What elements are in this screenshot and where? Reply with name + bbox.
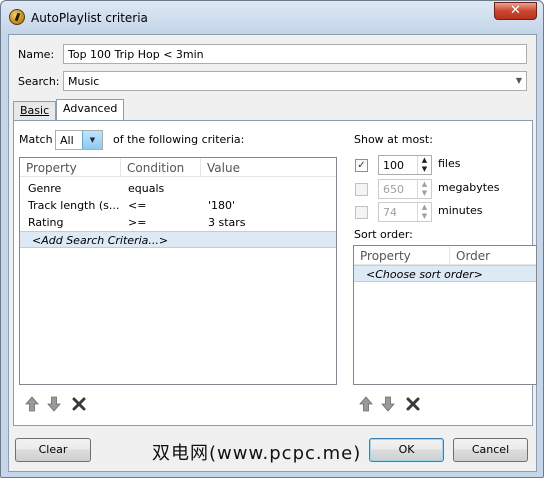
files-spinner[interactable]: 100 ▲ ▼ xyxy=(378,155,432,175)
criteria-property: Track length (s... xyxy=(28,199,120,212)
close-button[interactable]: ✕ xyxy=(494,2,537,20)
sort-remove-icon[interactable] xyxy=(405,396,421,412)
ok-button[interactable]: OK xyxy=(369,438,444,462)
autoplaylist-window: AutoPlaylist criteria ✕ Name: Top 100 Tr… xyxy=(0,0,544,478)
sort-order-list-header: Property Order xyxy=(354,246,536,265)
minutes-unit-label: minutes xyxy=(438,204,483,217)
window-title: AutoPlaylist criteria xyxy=(31,11,148,25)
add-search-criteria-label: <Add Search Criteria...> xyxy=(32,234,169,247)
criteria-property: Genre xyxy=(28,182,62,195)
sort-move-down-icon[interactable] xyxy=(380,396,396,412)
app-icon xyxy=(9,9,25,25)
chevron-down-icon[interactable]: ▼ xyxy=(417,165,431,174)
choose-sort-order-row[interactable]: <Choose sort order> xyxy=(354,265,536,282)
search-select-value: Music xyxy=(68,75,100,88)
name-label: Name: xyxy=(18,48,55,61)
search-label: Search: xyxy=(18,75,60,88)
move-down-icon[interactable] xyxy=(46,396,62,412)
tab-advanced-label: Advanced xyxy=(63,102,118,115)
megabytes-value: 650 xyxy=(383,183,404,196)
dialog-body: Name: Top 100 Trip Hop < 3min Search: Mu… xyxy=(8,34,537,472)
column-header-order[interactable]: Order xyxy=(450,246,536,265)
column-header-property[interactable]: Property xyxy=(354,246,450,265)
move-up-icon[interactable] xyxy=(24,396,40,412)
remove-icon[interactable] xyxy=(71,396,87,412)
chevron-up-icon[interactable]: ▲ xyxy=(417,180,431,189)
chevron-down-icon: ▼ xyxy=(82,131,102,149)
chevron-down-icon[interactable]: ▼ xyxy=(417,212,431,221)
tab-advanced[interactable]: Advanced xyxy=(56,99,125,120)
chevron-up-icon[interactable]: ▲ xyxy=(417,203,431,212)
criteria-list[interactable]: Property Condition Value Genre equals Tr… xyxy=(19,157,337,385)
chevron-down-icon: ▼ xyxy=(515,76,522,85)
show-at-most-label: Show at most: xyxy=(354,133,433,146)
match-select[interactable]: All ▼ xyxy=(55,130,103,150)
minutes-value: 74 xyxy=(383,206,397,219)
criteria-row[interactable]: Track length (s... <= '180' xyxy=(20,197,336,214)
match-select-value: All xyxy=(60,134,74,147)
sort-move-up-icon[interactable] xyxy=(358,396,374,412)
column-header-value[interactable]: Value xyxy=(201,158,336,177)
sort-order-label: Sort order: xyxy=(354,228,413,241)
minutes-checkbox[interactable] xyxy=(355,206,368,219)
criteria-property: Rating xyxy=(28,216,64,229)
megabytes-spinner[interactable]: 650 ▲ ▼ xyxy=(378,179,432,199)
name-input[interactable]: Top 100 Trip Hop < 3min xyxy=(63,44,527,64)
files-unit-label: files xyxy=(438,157,461,170)
search-select[interactable]: Music ▼ xyxy=(63,71,527,91)
criteria-row[interactable]: Genre equals xyxy=(20,180,336,197)
column-header-condition[interactable]: Condition xyxy=(121,158,201,177)
chevron-down-icon[interactable]: ▼ xyxy=(417,189,431,198)
criteria-condition: >= xyxy=(128,216,147,229)
choose-sort-order-label: <Choose sort order> xyxy=(366,268,483,281)
criteria-value: 3 stars xyxy=(208,216,246,229)
title-bar[interactable]: AutoPlaylist criteria ✕ xyxy=(1,1,543,34)
criteria-condition: equals xyxy=(128,182,165,195)
files-checkbox[interactable]: ✓ xyxy=(355,159,368,172)
match-suffix-label: of the following criteria: xyxy=(113,133,245,146)
criteria-condition: <= xyxy=(128,199,147,212)
criteria-value: '180' xyxy=(208,199,236,212)
criteria-list-header: Property Condition Value xyxy=(20,158,336,177)
sort-order-list[interactable]: Property Order <Choose sort order> xyxy=(353,245,537,385)
column-header-property[interactable]: Property xyxy=(20,158,121,177)
cancel-button[interactable]: Cancel xyxy=(453,438,528,462)
watermark-text: 双电网(www.pcpc.me) xyxy=(152,439,362,465)
clear-button[interactable]: Clear xyxy=(15,438,91,462)
files-value: 100 xyxy=(383,159,404,172)
minutes-spinner[interactable]: 74 ▲ ▼ xyxy=(378,202,432,222)
match-label: Match xyxy=(19,133,53,146)
megabytes-checkbox[interactable] xyxy=(355,183,368,196)
criteria-row[interactable]: Rating >= 3 stars xyxy=(20,214,336,231)
tab-basic[interactable]: Basic xyxy=(13,101,57,120)
advanced-panel: Match All ▼ of the following criteria: P… xyxy=(13,120,537,426)
megabytes-unit-label: megabytes xyxy=(438,181,500,194)
add-search-criteria-row[interactable]: <Add Search Criteria...> xyxy=(20,231,336,248)
chevron-up-icon[interactable]: ▲ xyxy=(417,156,431,165)
tab-basic-label: Basic xyxy=(20,104,50,117)
